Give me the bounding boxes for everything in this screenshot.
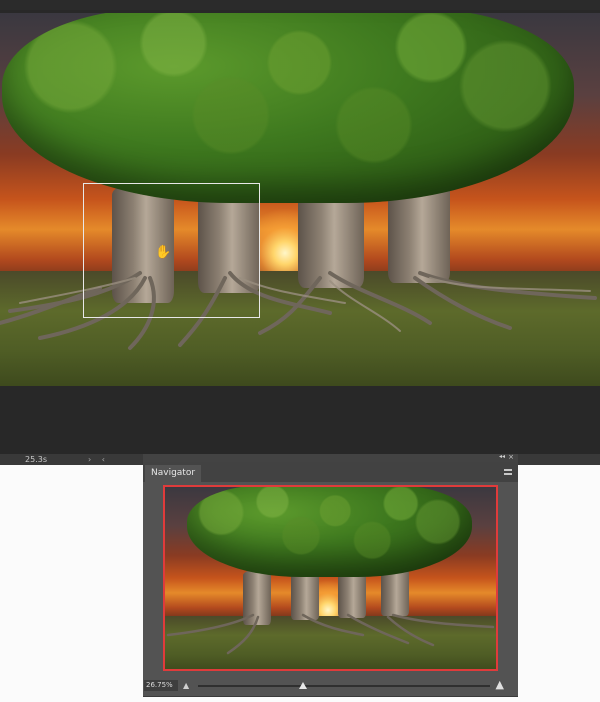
navigator-tab-row: Navigator <box>143 462 518 482</box>
tree-canopy <box>2 13 574 203</box>
tab-navigator[interactable]: Navigator <box>145 465 202 482</box>
zoom-out-icon[interactable]: ▲ <box>183 680 189 691</box>
hand-cursor-icon: ✋ <box>155 245 172 260</box>
zoom-slider-thumb[interactable] <box>299 682 308 689</box>
zoom-slider-track[interactable] <box>198 685 490 687</box>
navigator-zoom-rectangle[interactable] <box>83 183 260 318</box>
collapse-panel-icon[interactable]: ◂◂ <box>499 453 505 460</box>
navigator-panel: ◂◂ × Navigator 26.75% ▲ ▲ <box>143 453 518 696</box>
status-zoom-value[interactable]: 25.3s <box>25 454 47 465</box>
navigator-header: ◂◂ × <box>143 453 518 462</box>
top-toolbar-strip <box>0 0 600 10</box>
status-arrows[interactable]: › ‹ <box>88 454 109 465</box>
close-panel-icon[interactable]: × <box>508 453 514 461</box>
panel-menu-icon[interactable] <box>504 469 512 475</box>
navigator-zoom-controls: 26.75% ▲ ▲ <box>143 677 518 696</box>
navigator-view-box[interactable] <box>163 485 498 671</box>
zoom-in-icon[interactable]: ▲ <box>496 678 504 692</box>
zoom-percent-field[interactable]: 26.75% <box>144 680 178 691</box>
